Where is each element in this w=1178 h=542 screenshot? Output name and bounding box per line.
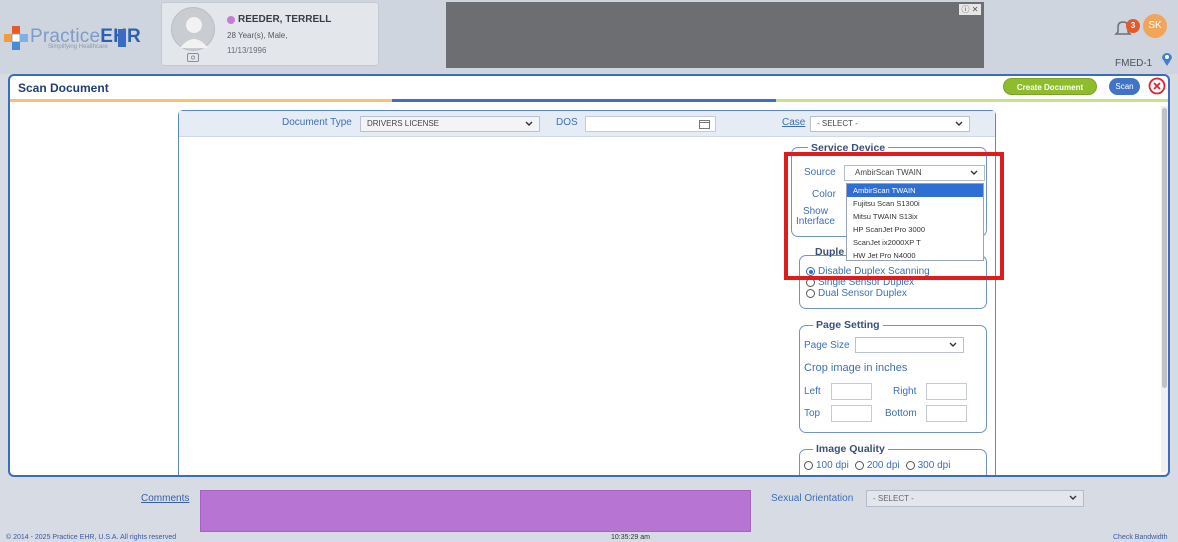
highlight-box	[784, 152, 1004, 280]
logo-box	[118, 29, 126, 47]
camera-icon[interactable]	[187, 53, 199, 62]
facility-label[interactable]: FMED-1	[1115, 58, 1152, 69]
dpi-label: 300 dpi	[917, 460, 951, 471]
dos-label: DOS	[556, 117, 578, 128]
crop-top-label: Top	[804, 408, 821, 419]
calendar-icon[interactable]	[699, 119, 710, 129]
radio[interactable]	[905, 461, 915, 470]
dpi-options: 100 dpi 200 dpi 300 dpi	[804, 460, 950, 471]
crop-left-label: Left	[804, 386, 821, 397]
radio[interactable]	[804, 461, 813, 470]
chevron-down-icon	[949, 342, 957, 347]
modal-rule	[10, 99, 392, 102]
image-quality-legend: Image Quality	[813, 443, 888, 455]
patient-dob: 11/13/1996	[227, 46, 267, 55]
user-avatar[interactable]: SK	[1143, 14, 1167, 38]
modal-rule	[776, 99, 1168, 102]
person-icon	[180, 17, 208, 48]
document-type-label: Document Type	[282, 117, 352, 128]
chevron-down-icon	[1069, 495, 1077, 500]
crop-bottom-label: Bottom	[885, 408, 917, 419]
comments-link[interactable]: Comments	[141, 493, 189, 504]
page-setting-group: Page Setting Page Size Crop image in inc…	[799, 319, 987, 433]
page-size-select[interactable]	[855, 337, 964, 353]
modal-rule	[392, 99, 776, 102]
radio[interactable]	[806, 289, 815, 298]
notification-count: 3	[1126, 19, 1140, 33]
chevron-down-icon	[525, 121, 533, 126]
clock: 10:35:29 am	[611, 534, 650, 541]
case-link[interactable]: Case	[782, 117, 805, 128]
image-quality-group: Image Quality 100 dpi 200 dpi 300 dpi	[799, 443, 987, 475]
crop-label: Crop image in inches	[804, 362, 908, 374]
radio[interactable]	[854, 461, 864, 470]
create-document-button[interactable]: Create Document	[1003, 78, 1097, 95]
dos-input[interactable]	[585, 116, 716, 132]
crop-top-input[interactable]	[831, 405, 872, 422]
dpi-option-200[interactable]: 200 dpi	[854, 460, 900, 471]
crop-right-label: Right	[893, 386, 917, 397]
dpi-option-300[interactable]: 300 dpi	[905, 460, 951, 471]
copyright: © 2014 - 2025 Practice EHR, U.S.A. All r…	[6, 534, 177, 541]
dpi-label: 100 dpi	[816, 460, 849, 471]
check-bandwidth-link[interactable]: Check Bandwidth	[1113, 534, 1167, 541]
sexual-orientation-label: Sexual Orientation	[771, 493, 854, 504]
logo-tagline: Simplifying Healthcare	[48, 44, 108, 50]
patient-name[interactable]: REEDER, TERRELL	[238, 14, 331, 25]
avatar	[171, 7, 215, 51]
ad-banner[interactable]: ⓘ ✕	[446, 2, 984, 68]
dpi-option-100[interactable]: 100 dpi	[804, 460, 849, 471]
patient-card[interactable]: REEDER, TERRELL 28 Year(s), Male, 11/13/…	[161, 2, 379, 66]
ad-close-icon[interactable]: ⓘ ✕	[959, 4, 981, 15]
location-pin-icon[interactable]	[1161, 52, 1173, 66]
document-type-select[interactable]: DRIVERS LICENSE	[360, 116, 540, 132]
crop-bottom-input[interactable]	[926, 405, 967, 422]
chevron-down-icon	[955, 121, 963, 126]
close-icon[interactable]	[1148, 77, 1166, 95]
case-select[interactable]: - SELECT -	[810, 116, 970, 132]
duplex-option-label: Dual Sensor Duplex	[818, 288, 907, 299]
crop-right-input[interactable]	[926, 383, 967, 400]
duplex-option-dual[interactable]: Dual Sensor Duplex	[806, 288, 930, 299]
scrollbar-thumb[interactable]	[1162, 108, 1167, 388]
sexual-orientation-select[interactable]: - SELECT -	[866, 490, 1084, 507]
patient-status-dot	[227, 16, 235, 24]
page-size-label: Page Size	[804, 340, 850, 351]
comments-box[interactable]	[200, 490, 751, 532]
dpi-label: 200 dpi	[866, 460, 900, 471]
page-setting-legend: Page Setting	[813, 319, 883, 331]
app-header: PracticeEHR Simplifying Healthcare REEDE…	[0, 0, 1178, 74]
modal-title: Scan Document	[18, 81, 109, 95]
scan-button[interactable]: Scan	[1109, 78, 1140, 95]
crop-left-input[interactable]	[831, 383, 872, 400]
panel-header: Document Type DRIVERS LICENSE DOS Case -…	[179, 111, 995, 137]
patient-age-sex: 28 Year(s), Male,	[227, 31, 288, 40]
